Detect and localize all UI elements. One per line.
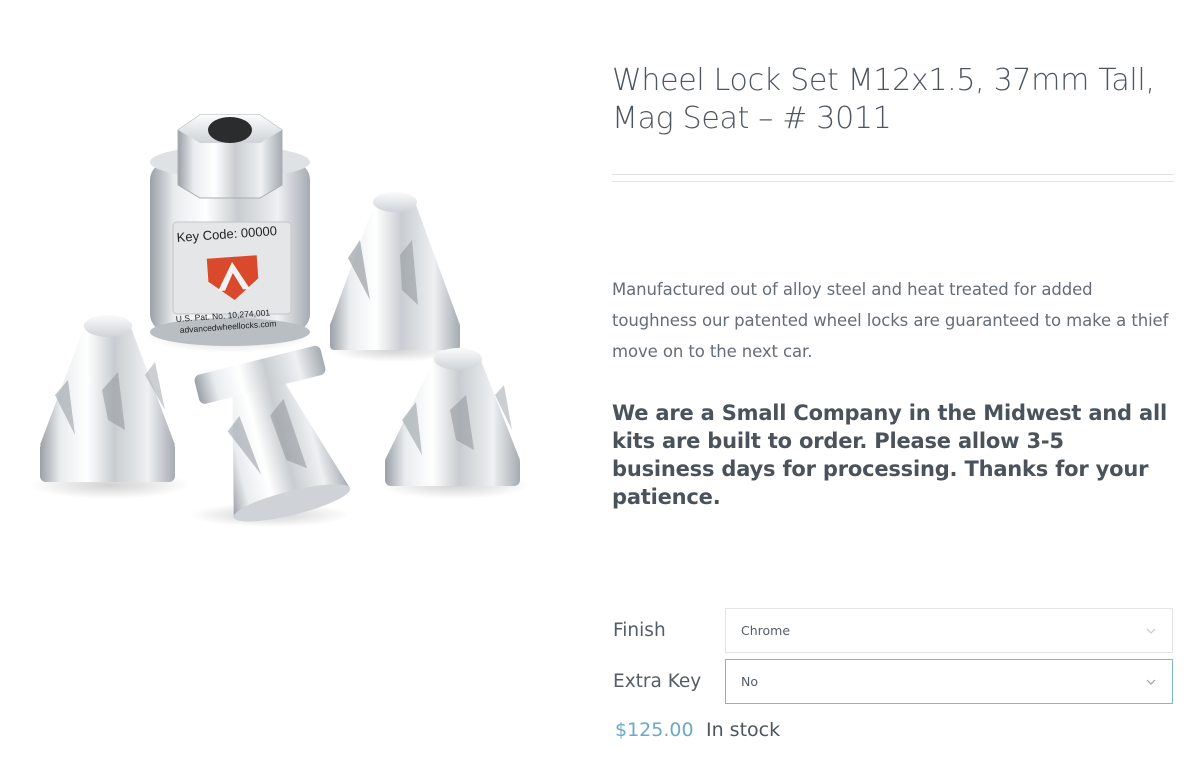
- divider: [612, 174, 1174, 175]
- finish-select-value: Chrome: [741, 623, 791, 638]
- product-title-line: Mag Seat – # 3011: [612, 101, 892, 136]
- stock-status: In stock: [706, 719, 781, 741]
- extra-key-select[interactable]: No: [725, 659, 1173, 704]
- product-price: $125.00: [615, 719, 694, 741]
- extra-key-select-value: No: [741, 674, 758, 689]
- divider: [612, 181, 1174, 182]
- product-title: Wheel Lock Set M12x1.5, 37mm Tall, Mag S…: [612, 62, 1172, 138]
- lug-nut: [330, 192, 460, 350]
- wheel-key: Key Code: 00000 U.S. Pat. No. 10,274,001…: [150, 114, 310, 346]
- processing-notice: We are a Small Company in the Midwest an…: [612, 401, 1167, 509]
- product-image[interactable]: Key Code: 00000 U.S. Pat. No. 10,274,001…: [30, 90, 540, 530]
- finish-select[interactable]: Chrome: [725, 608, 1173, 653]
- chevron-down-icon: [1146, 679, 1156, 685]
- finish-label: Finish: [613, 620, 666, 641]
- extra-key-label: Extra Key: [613, 671, 702, 692]
- lug-nut: [194, 345, 351, 522]
- product-title-line: Wheel Lock Set M12x1.5, 37mm Tall,: [612, 63, 1155, 98]
- product-description: Manufactured out of alloy steel and heat…: [612, 280, 1169, 361]
- chevron-down-icon: [1146, 628, 1156, 634]
- lug-nut: [385, 348, 520, 486]
